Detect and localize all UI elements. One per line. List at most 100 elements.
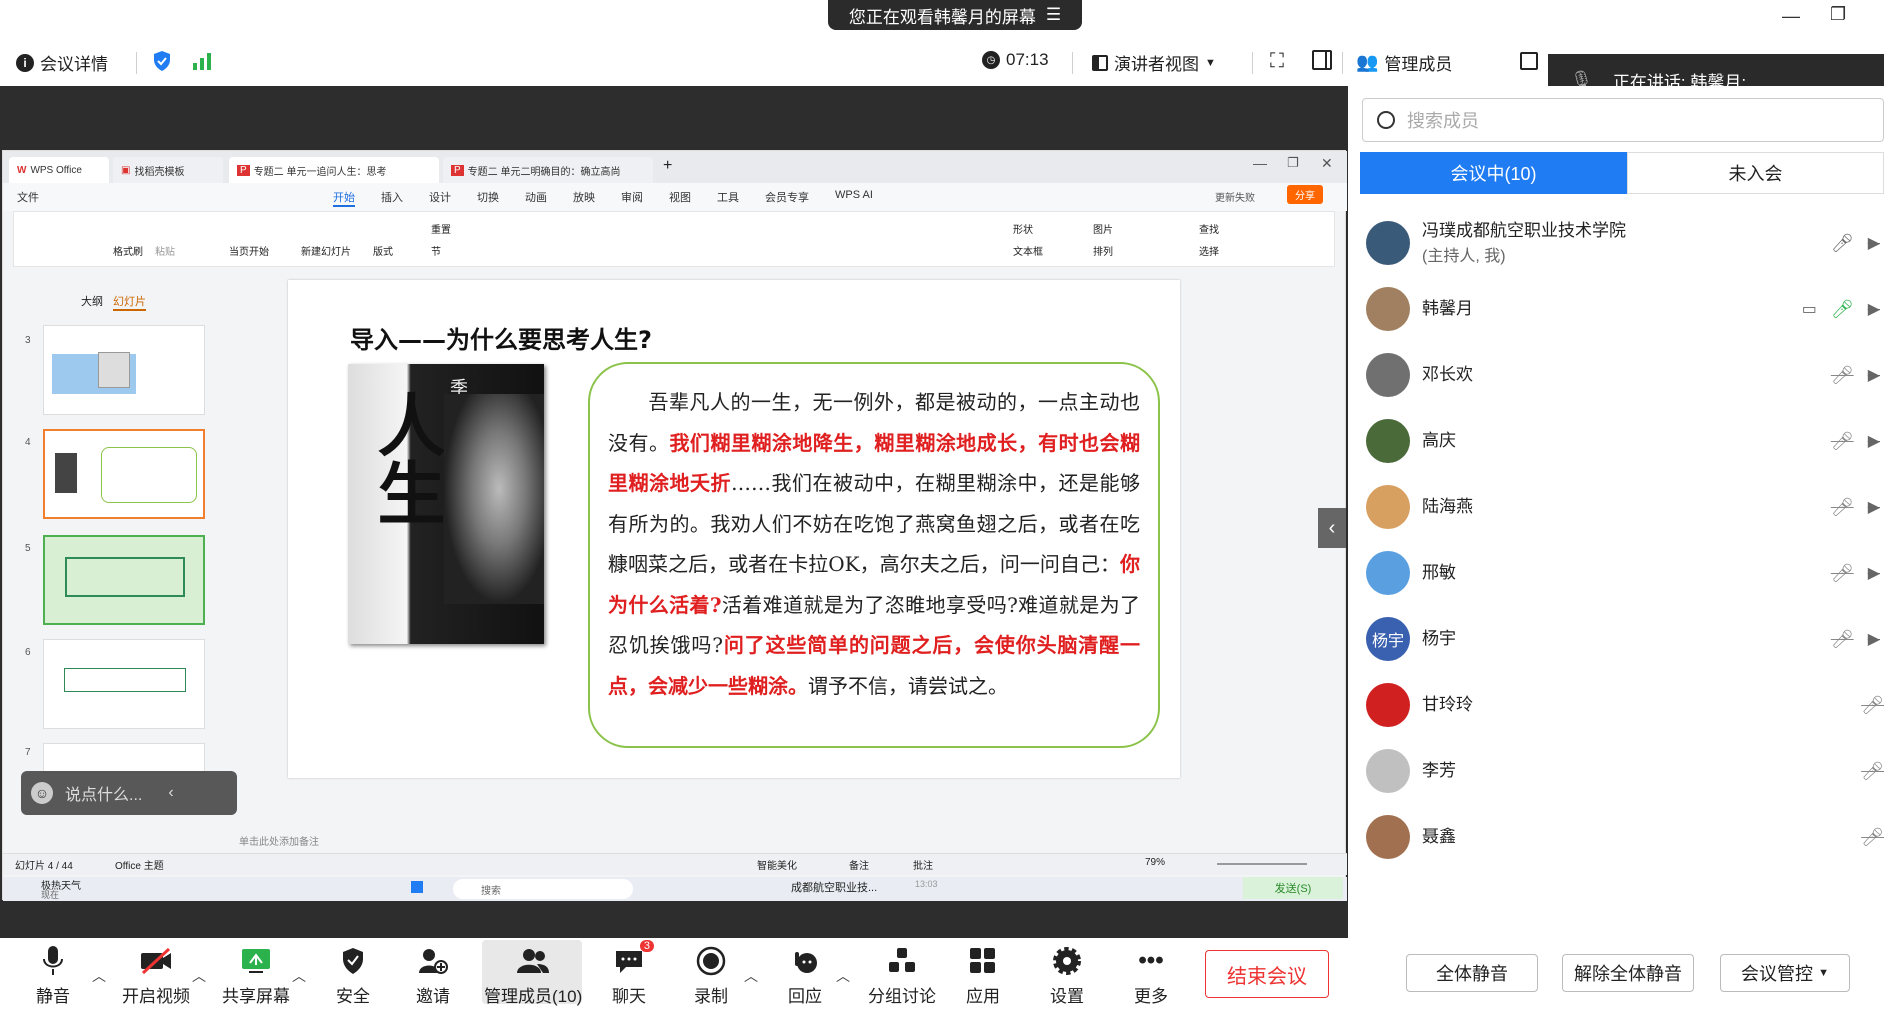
member-search-input[interactable]: 搜索成员: [1362, 98, 1884, 142]
view-mode-dropdown[interactable]: 演讲者视图 ▼: [1092, 50, 1216, 75]
menu-slideshow[interactable]: 放映: [573, 189, 595, 207]
new-tab-icon[interactable]: +: [663, 157, 672, 175]
settings-button[interactable]: 设置: [1050, 944, 1084, 1007]
section-button[interactable]: 节: [431, 243, 441, 258]
slide-thumbnail[interactable]: [43, 639, 205, 729]
outline-tab[interactable]: 大纲: [81, 293, 103, 309]
camera-off-icon[interactable]: ▶︎: [1868, 365, 1880, 385]
paste-button[interactable]: 粘贴: [155, 243, 175, 258]
microphone-muted-icon[interactable]: 🎤︎: [1861, 695, 1884, 716]
member-row[interactable]: 邓长欢 🎤︎ ▶︎: [1360, 342, 1884, 408]
chevron-up-icon[interactable]: ︿: [192, 966, 206, 986]
new-slide-button[interactable]: 新建幻灯片: [301, 243, 351, 258]
slides-tab[interactable]: 幻灯片: [113, 293, 146, 311]
slide-thumbnail[interactable]: [43, 535, 205, 625]
file-menu[interactable]: 文件: [17, 189, 39, 205]
menu-view[interactable]: 视图: [669, 189, 691, 207]
restore-icon[interactable]: ❐: [1287, 155, 1299, 171]
fullscreen-icon[interactable]: ⛶: [1270, 50, 1284, 73]
shape-button[interactable]: 形状: [1013, 221, 1033, 236]
start-video-button[interactable]: 开启视频: [122, 944, 190, 1007]
camera-off-icon[interactable]: ▶︎: [1868, 497, 1880, 517]
screen-share-banner[interactable]: 您正在观看韩馨月的屏幕 ☰: [828, 0, 1082, 30]
arrange-button[interactable]: 排列: [1093, 243, 1113, 258]
chevron-up-icon[interactable]: ︿: [92, 966, 106, 986]
microphone-icon[interactable]: 🎤︎: [1831, 299, 1854, 320]
comment-button[interactable]: 批注: [913, 857, 933, 872]
zoom-level[interactable]: 79%: [1145, 857, 1165, 868]
format-painter-button[interactable]: 格式刷: [113, 243, 143, 258]
menu-member[interactable]: 会员专享: [765, 189, 809, 207]
menu-icon[interactable]: ☰: [1046, 5, 1061, 25]
layout-button[interactable]: 版式: [373, 243, 393, 258]
reset-button[interactable]: 重置: [431, 221, 451, 236]
member-row[interactable]: 高庆 🎤︎ ▶︎: [1360, 408, 1884, 474]
chevron-up-icon[interactable]: ︿: [744, 966, 758, 986]
quote-textbox[interactable]: 吾辈凡人的一生，无一例外，都是被动的，一点主动也没有。我们糊里糊涂地降生，糊里糊…: [588, 362, 1160, 748]
find-button[interactable]: 查找: [1199, 221, 1219, 236]
member-row[interactable]: 聂鑫 🎤︎: [1360, 804, 1884, 870]
notification-title[interactable]: 成都航空职业技...: [791, 879, 877, 895]
mute-all-button[interactable]: 全体静音: [1406, 954, 1538, 992]
meeting-control-button[interactable]: 会议管控 ▼: [1720, 954, 1850, 992]
slide-canvas[interactable]: 导入——为什么要思考人生? 人生 季羡林谈 吾辈凡人的一生，无一例外，都是被动的…: [288, 280, 1180, 778]
camera-off-icon[interactable]: ▶︎: [1868, 431, 1880, 451]
tab-template[interactable]: ▣ 找稻壳模板: [113, 157, 223, 183]
tab-wps-office[interactable]: W WPS Office: [9, 157, 109, 183]
slide-thumbnail[interactable]: [43, 743, 205, 773]
menu-design[interactable]: 设计: [429, 189, 451, 207]
member-row[interactable]: 杨宇 杨宇 🎤︎ ▶︎: [1360, 606, 1884, 672]
microphone-icon[interactable]: 🎤︎: [1831, 233, 1854, 254]
menu-insert[interactable]: 插入: [381, 189, 403, 207]
microphone-muted-icon[interactable]: 🎤︎: [1831, 629, 1854, 650]
update-fail-text[interactable]: 更新失败: [1215, 189, 1255, 204]
play-from-current-button[interactable]: 当页开始: [229, 243, 269, 258]
menu-wps-ai[interactable]: WPS AI: [835, 189, 873, 207]
mute-button[interactable]: 静音: [36, 944, 70, 1007]
tab-not-joined[interactable]: 未入会: [1627, 152, 1884, 194]
minimize-icon[interactable]: —: [1782, 6, 1800, 27]
chevron-left-icon[interactable]: ‹: [168, 784, 173, 802]
minimize-icon[interactable]: —: [1253, 155, 1267, 171]
beautify-button[interactable]: 智能美化: [757, 857, 797, 872]
chat-button[interactable]: 3 聊天: [612, 940, 654, 1007]
record-button[interactable]: 录制: [694, 944, 728, 1007]
tab-ppt-2[interactable]: P 专题二 单元二明确目的：确立高尚: [443, 157, 653, 183]
share-screen-button[interactable]: 共享屏幕: [222, 944, 290, 1007]
menu-review[interactable]: 审阅: [621, 189, 643, 207]
microphone-muted-icon[interactable]: 🎤︎: [1861, 761, 1884, 782]
member-row[interactable]: 甘玲玲 🎤︎: [1360, 672, 1884, 738]
member-row[interactable]: 韩馨月 ▭ 🎤︎ ▶︎: [1360, 276, 1884, 342]
member-row[interactable]: 李芳 🎤︎: [1360, 738, 1884, 804]
meeting-details-button[interactable]: i 会议详情: [16, 50, 108, 75]
send-button[interactable]: 发送(S): [1243, 877, 1343, 899]
signal-icon[interactable]: [192, 52, 212, 73]
notes-placeholder[interactable]: 单击此处添加备注: [239, 833, 319, 848]
select-button[interactable]: 选择: [1199, 243, 1219, 258]
zoom-slider[interactable]: [1217, 863, 1307, 865]
notes-button[interactable]: 备注: [849, 857, 869, 872]
more-button[interactable]: ••• 更多: [1134, 944, 1168, 1007]
emoji-icon[interactable]: ☺: [31, 782, 53, 804]
tab-in-meeting[interactable]: 会议中(10): [1360, 152, 1627, 194]
camera-off-icon[interactable]: ▶︎: [1868, 563, 1880, 583]
member-row[interactable]: 邢敏 🎤︎ ▶︎: [1360, 540, 1884, 606]
close-icon[interactable]: ✕: [1321, 155, 1333, 172]
picture-button[interactable]: 图片: [1093, 221, 1113, 236]
unmute-all-button[interactable]: 解除全体静音: [1562, 954, 1694, 992]
windows-start-icon[interactable]: [411, 881, 423, 893]
restore-icon[interactable]: ❐: [1830, 4, 1846, 25]
menu-start[interactable]: 开始: [333, 189, 355, 207]
security-button[interactable]: 安全: [336, 944, 370, 1007]
breakout-button[interactable]: 分组讨论: [868, 944, 936, 1007]
camera-off-icon[interactable]: ▶︎: [1868, 629, 1880, 649]
shield-check-icon[interactable]: [152, 50, 172, 75]
slide-thumbnail[interactable]: [43, 325, 205, 415]
manage-members-button[interactable]: 管理成员(10): [484, 944, 582, 1007]
chat-input-overlay[interactable]: ☺ 说点什么... ‹: [21, 771, 237, 815]
microphone-muted-icon[interactable]: 🎤︎: [1831, 563, 1854, 584]
popout-icon[interactable]: [1520, 52, 1538, 70]
apps-button[interactable]: 应用: [966, 944, 1000, 1007]
chevron-up-icon[interactable]: ︿: [836, 966, 850, 986]
microphone-muted-icon[interactable]: 🎤︎: [1831, 497, 1854, 518]
